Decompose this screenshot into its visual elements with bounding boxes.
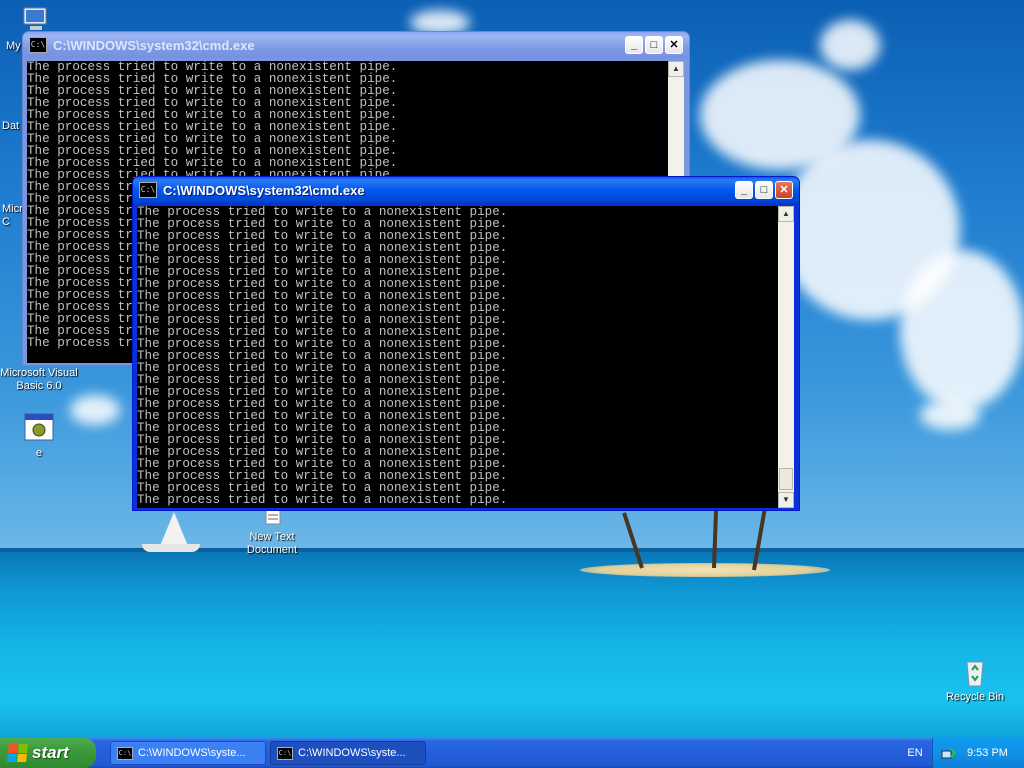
wallpaper-cloud [820,20,880,70]
minimize-button[interactable]: _ [625,36,643,54]
desktop-icon-label: Micro C [2,203,29,228]
window-title: C:\WINDOWS\system32\cmd.exe [53,37,255,53]
scroll-up-arrow-icon[interactable]: ▲ [778,206,794,222]
cmd-window-front[interactable]: C:\ C:\WINDOWS\system32\cmd.exe _ □ ✕ Th… [132,176,800,511]
text-document-icon [256,509,288,528]
start-label: start [32,743,69,762]
cmd-icon: C:\ [29,37,47,53]
wallpaper-cloud [900,250,1024,410]
wallpaper-cloud [920,400,980,430]
close-button[interactable]: ✕ [665,36,683,54]
cmd-icon: C:\ [117,746,133,760]
network-icon[interactable] [941,745,957,761]
scroll-up-arrow-icon[interactable]: ▲ [668,61,684,77]
minimize-button[interactable]: _ [735,181,753,199]
taskbar-item-label: C:\WINDOWS\syste... [298,747,406,759]
desktop-icon-label: My [6,40,21,52]
start-button[interactable]: start [0,738,96,768]
window-title: C:\WINDOWS\system32\cmd.exe [163,182,365,198]
system-tray: 9:53 PM [932,738,1024,768]
cmd-icon: C:\ [139,182,157,198]
desktop-icon-new-text-document[interactable]: New Text Document [233,509,311,557]
vertical-scrollbar[interactable]: ▲ ▼ [778,206,794,508]
close-button[interactable]: ✕ [775,181,793,199]
recycle-bin-icon [959,656,991,688]
maximize-button[interactable]: □ [645,36,663,54]
cmd-icon: C:\ [277,746,293,760]
window-titlebar[interactable]: C:\ C:\WINDOWS\system32\cmd.exe _ □ ✕ [133,177,799,203]
desktop-icon-visual-basic[interactable]: Microsoft Visual Basic 6.0 [0,367,78,393]
sailboat-sail [160,512,188,546]
desktop-icon-micro[interactable]: Micro C [2,203,29,229]
desktop-icon-label: Recycle Bin [945,691,1005,703]
desktop-icon-data[interactable]: Dat [2,120,24,133]
console-line: The process tried to write to a nonexist… [137,493,508,507]
wallpaper-sea [0,552,1024,738]
desktop-icon-label: Dat [2,120,20,132]
desktop-icon-label: e [35,447,43,459]
windows-logo-icon [7,744,28,762]
clock[interactable]: 9:53 PM [967,747,1008,759]
sailboat-hull [142,544,200,552]
maximize-button[interactable]: □ [755,181,773,199]
desktop-icon-recycle-bin[interactable]: Recycle Bin [936,656,1014,704]
window-titlebar[interactable]: C:\ C:\WINDOWS\system32\cmd.exe _ □ ✕ [23,32,689,58]
taskbar-item-label: C:\WINDOWS\syste... [138,747,246,759]
taskbar-item-cmd-1[interactable]: C:\ C:\WINDOWS\syste... [110,741,266,765]
desktop-icon-label: Microsoft Visual Basic 6.0 [0,367,78,392]
taskbar-item-cmd-2[interactable]: C:\ C:\WINDOWS\syste... [270,741,426,765]
desktop-icon-label: New Text Document [246,531,298,556]
taskbar: start C:\ C:\WINDOWS\syste... C:\ C:\WIN… [0,738,1024,768]
scroll-down-arrow-icon[interactable]: ▼ [778,492,794,508]
application-icon [23,412,55,444]
console-output[interactable]: The process tried to write to a nonexist… [137,206,778,508]
desktop-icon-e[interactable]: e [0,412,78,460]
language-indicator[interactable]: EN [900,738,930,768]
wallpaper-island [580,563,830,577]
scrollbar-thumb[interactable] [779,468,793,490]
